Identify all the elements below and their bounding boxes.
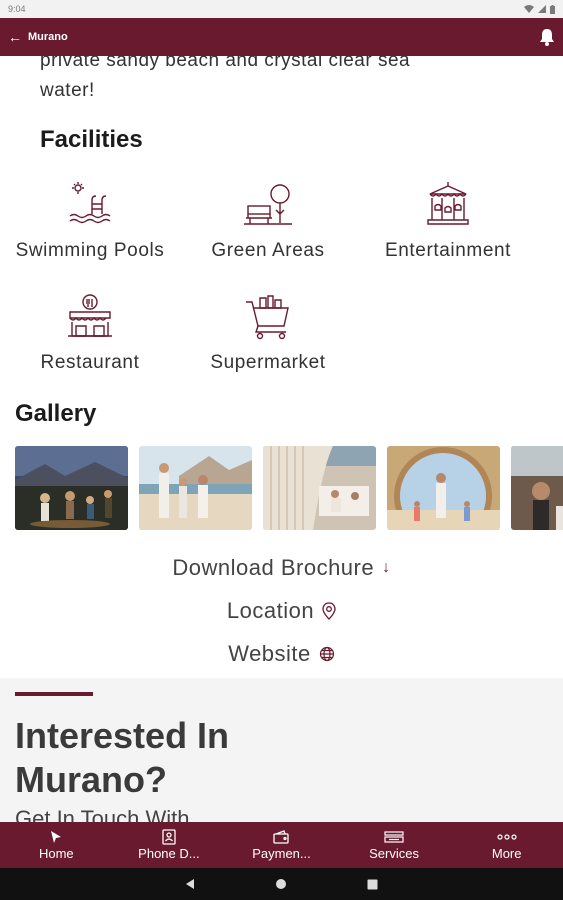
home-icon <box>49 829 63 845</box>
interest-section: Interested In Murano? Get In Touch With <box>0 678 563 822</box>
app-bar: ← Murano <box>0 18 563 56</box>
system-home-icon[interactable] <box>275 878 287 890</box>
content-scroll[interactable]: private sandy beach and crystal clear se… <box>0 56 563 822</box>
facility-label: Entertainment <box>384 240 512 261</box>
location-pin-icon <box>322 601 336 620</box>
signal-icon <box>538 5 546 13</box>
facility-green-areas: Green Areas <box>178 180 358 262</box>
services-icon <box>384 829 404 845</box>
location-link[interactable]: Location <box>0 589 563 632</box>
wifi-icon <box>524 5 534 13</box>
globe-icon <box>319 646 334 661</box>
carousel-icon <box>427 182 469 225</box>
nav-home[interactable]: Home <box>0 822 113 868</box>
download-brochure-link[interactable]: Download Brochure ↓ <box>0 546 563 589</box>
interest-heading-line: Murano? <box>15 759 167 800</box>
restaurant-icon <box>68 294 112 337</box>
nav-label: Services <box>369 846 419 861</box>
website-link[interactable]: Website <box>0 632 563 675</box>
payment-icon <box>273 829 290 845</box>
gallery-image[interactable] <box>139 446 252 530</box>
description-line: water! <box>40 80 95 101</box>
link-label: Website <box>228 640 311 666</box>
gallery-image[interactable] <box>387 446 500 530</box>
accent-divider <box>15 692 93 696</box>
facility-swimming-pools: Swimming Pools <box>0 180 180 262</box>
nav-payment[interactable]: Paymen... <box>225 822 338 868</box>
facility-supermarket: Supermarket <box>178 292 358 374</box>
bottom-navigation: Home Phone D... Paymen... Services More <box>0 822 563 868</box>
back-arrow-icon[interactable]: ← <box>8 29 22 45</box>
facility-label: Swimming Pools <box>15 240 165 261</box>
shopping-cart-icon <box>246 295 289 340</box>
system-navigation-bar <box>0 868 563 900</box>
facility-label: Restaurant <box>40 352 140 373</box>
status-time: 9:04 <box>8 4 26 14</box>
facility-entertainment: Entertainment <box>358 180 538 262</box>
green-areas-icon <box>244 184 292 225</box>
link-label: Location <box>226 597 315 623</box>
project-description: private sandy beach and crystal clear se… <box>40 56 540 106</box>
arrow-down-icon: ↓ <box>382 558 391 576</box>
facility-label: Supermarket <box>210 352 326 373</box>
nav-label: Home <box>38 846 74 861</box>
gallery-strip[interactable] <box>15 446 563 530</box>
link-label: Download Brochure <box>172 554 375 580</box>
screen: 9:04 ← Murano private sandy beach and cr… <box>0 0 563 900</box>
interest-subtitle: Get In Touch With <box>15 806 190 822</box>
status-icons <box>524 4 555 14</box>
status-bar: 9:04 <box>0 0 563 18</box>
system-recents-icon[interactable] <box>367 879 378 890</box>
swimming-pool-icon <box>69 182 111 224</box>
nav-more[interactable]: More <box>450 822 563 868</box>
gallery-image[interactable] <box>15 446 128 530</box>
more-icon <box>497 829 517 845</box>
page-title: Murano <box>28 31 68 43</box>
nav-phone-directory[interactable]: Phone D... <box>113 822 226 868</box>
battery-icon <box>550 4 555 14</box>
phone-directory-icon <box>162 829 176 845</box>
description-line: private sandy beach and crystal clear se… <box>40 56 411 71</box>
gallery-image[interactable] <box>263 446 376 530</box>
facilities-heading: Facilities <box>40 126 143 153</box>
gallery-image[interactable] <box>511 446 563 530</box>
nav-label: Phone D... <box>138 846 200 861</box>
interest-heading-line: Interested In <box>15 715 230 756</box>
bell-icon[interactable] <box>539 28 555 46</box>
facility-label: Green Areas <box>211 240 325 261</box>
interest-heading: Interested In Murano? <box>15 714 415 802</box>
project-links: Download Brochure ↓ Location Website <box>0 546 563 675</box>
nav-services[interactable]: Services <box>338 822 451 868</box>
facility-restaurant: Restaurant <box>0 292 180 374</box>
system-back-icon[interactable] <box>185 878 195 890</box>
nav-label: Paymen... <box>252 846 311 861</box>
gallery-heading: Gallery <box>15 400 97 427</box>
nav-label: More <box>491 846 522 861</box>
